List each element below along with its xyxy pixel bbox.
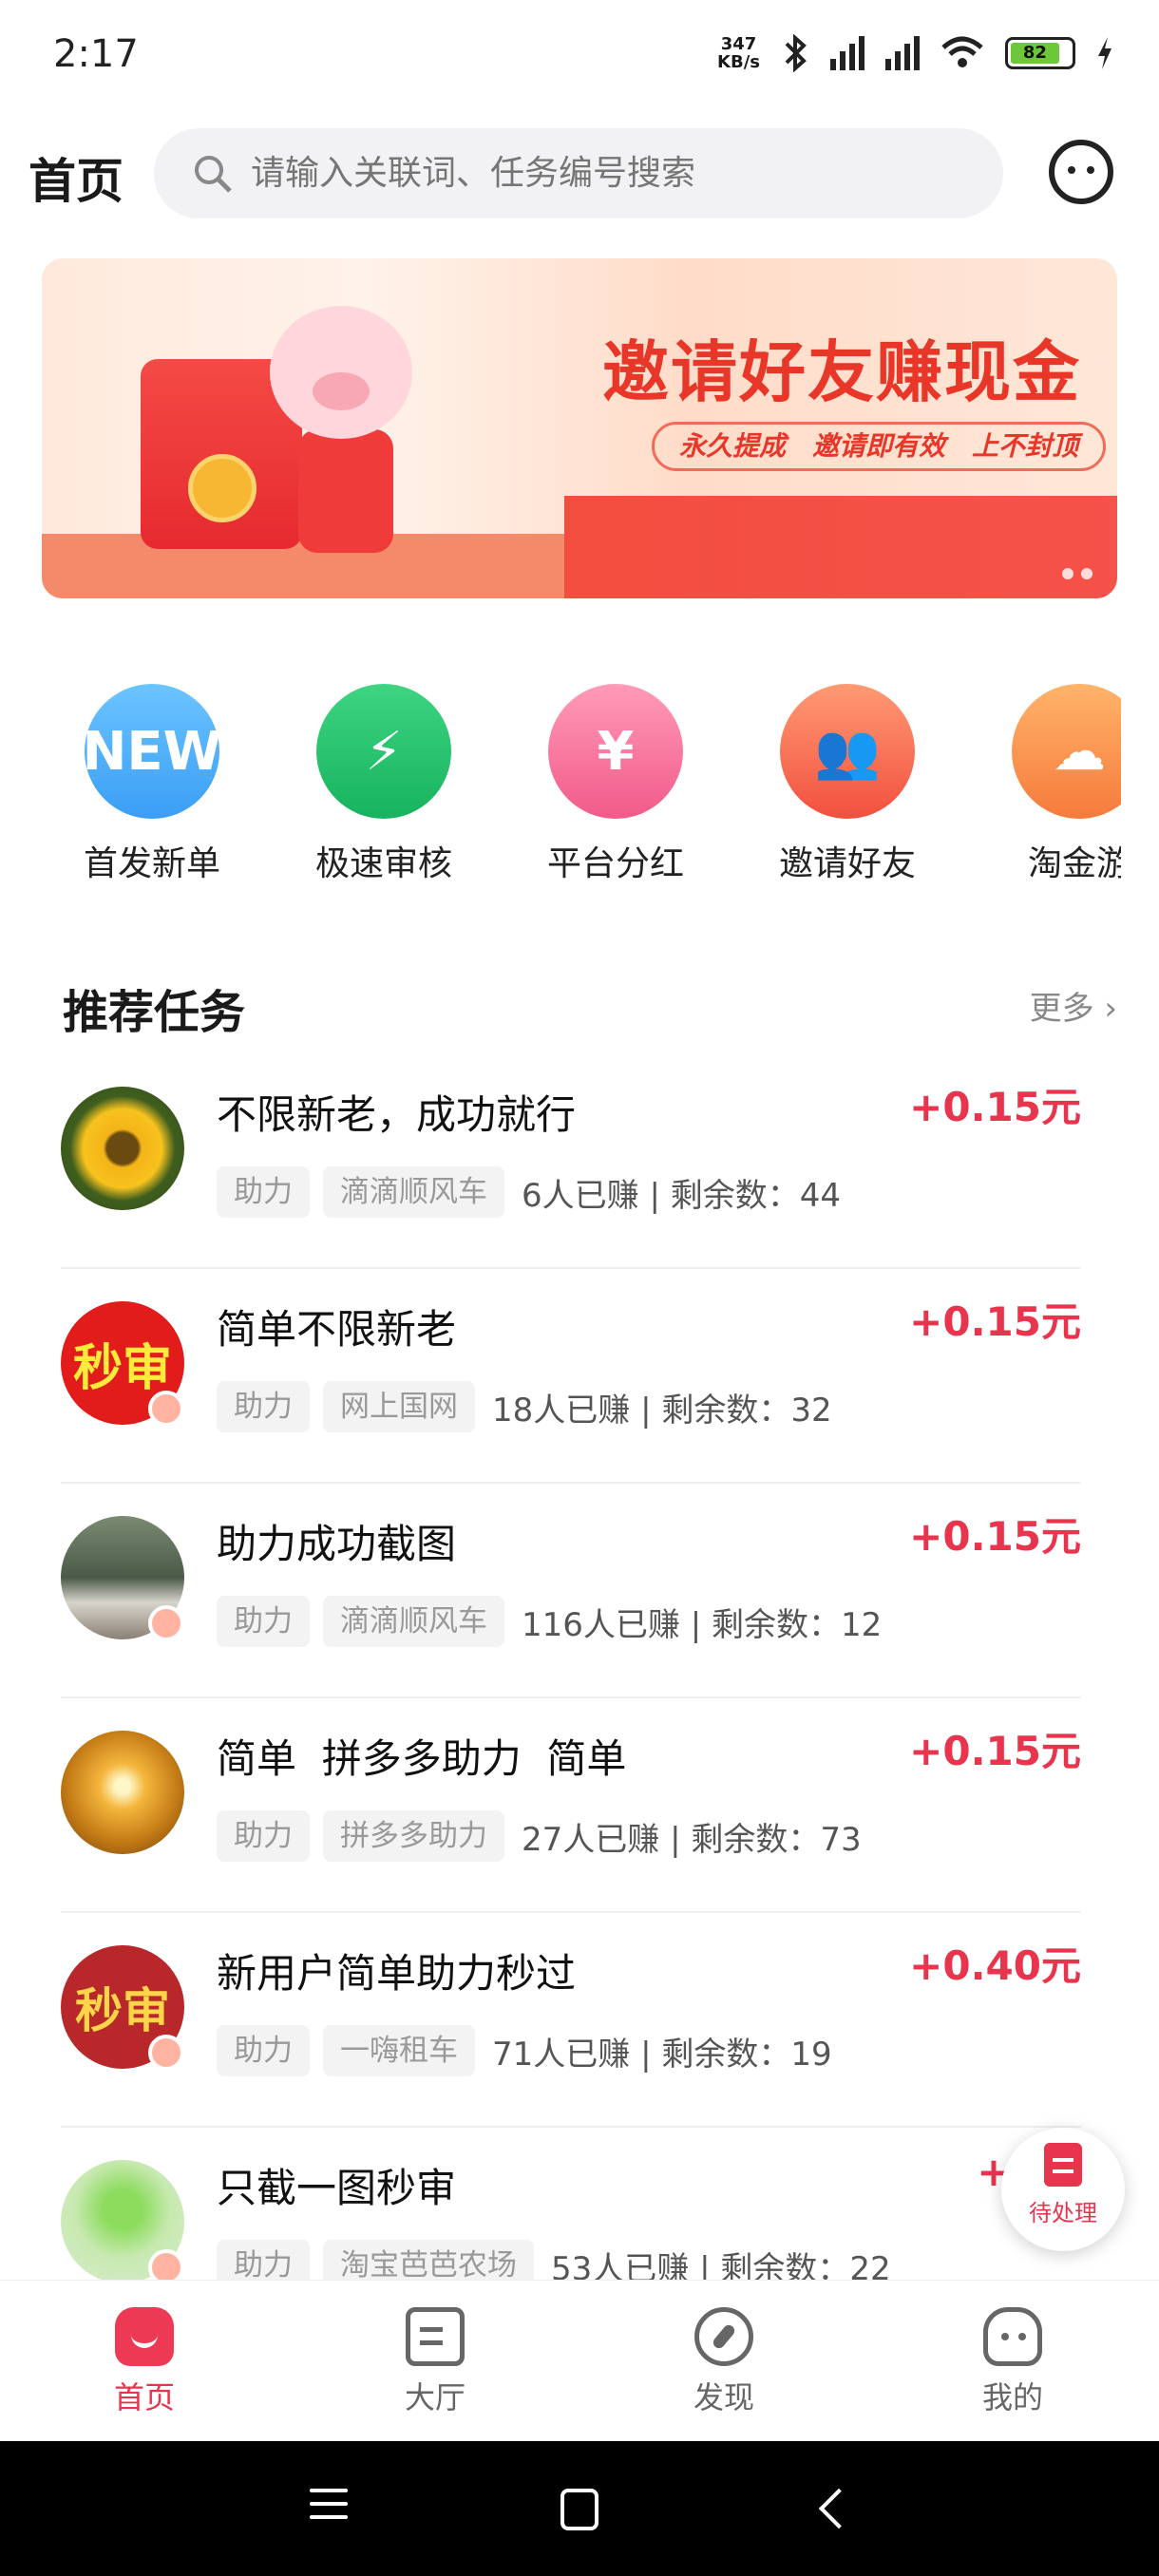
task-list: 不限新老，成功就行 +0.15元 助力 滴滴顺风车 6人已赚 | 剩余数：44 … [61,1054,1081,2342]
task-type-tag: 助力 [217,1166,310,1218]
task-avatar [61,1087,184,1210]
task-reward: +0.15元 [909,1513,1081,1560]
task-title: 只截一图秒审 [217,2165,457,2211]
status-time: 2:17 [53,32,139,76]
task-stats: 71人已赚 | 剩余数：19 [492,2035,832,2074]
task-title: 助力成功截图 [217,1521,457,1567]
task-title: 不限新老，成功就行 [217,1091,577,1138]
top-header: 首页 [0,128,1159,218]
task-item[interactable]: 简单 拼多多助力 简单 +0.15元 助力 拼多多助力 27人已赚 | 剩余数：… [61,1698,1081,1913]
network-speed: 347 KB/s [717,34,760,72]
bluetooth-icon [785,34,807,72]
tab-home[interactable]: 首页 [68,2307,220,2417]
clipboard-icon [1044,2143,1082,2187]
task-avatar [61,1731,184,1854]
hall-icon [406,2307,465,2366]
task-tags: 助力 滴滴顺风车 116人已赚 | 剩余数：12 [217,1596,882,1647]
vip-badge-icon [148,1605,184,1641]
task-app-tag: 一嗨租车 [323,2025,475,2076]
task-app-tag: 滴滴顺风车 [323,1166,504,1218]
task-reward: +0.15元 [909,1728,1081,1774]
task-stats: 116人已赚 | 剩余数：12 [522,1605,883,1644]
task-type-tag: 助力 [217,1596,310,1647]
compass-icon [694,2307,753,2366]
friends-icon: 👥 [780,684,915,819]
quick-entry-new-orders[interactable]: NEW 首发新单 [57,684,247,885]
recents-button[interactable] [310,2489,348,2530]
chevron-right-icon: › [1104,990,1117,1028]
quick-entry-fast-review[interactable]: ⚡ 极速审核 [289,684,479,885]
back-button[interactable] [817,2489,846,2530]
tab-discover[interactable]: 发现 [648,2307,800,2417]
pig-mascot [270,306,412,439]
cloud-icon: ☁ [1012,684,1121,819]
task-title: 简单 拼多多助力 简单 [217,1735,627,1782]
message-icon[interactable] [1049,140,1113,204]
task-title: 新用户简单助力秒过 [217,1950,577,1997]
quick-entry-row: NEW 首发新单 ⚡ 极速审核 ¥ 平台分红 👥 邀请好友 ☁ 淘金游 [0,684,1121,893]
task-item[interactable]: 秒审 新用户简单助力秒过 +0.40元 助力 一嗨租车 71人已赚 | 剩余数：… [61,1913,1081,2128]
task-stats: 27人已赚 | 剩余数：73 [522,1820,862,1859]
more-link[interactable]: 更多 › [1030,982,1117,1029]
quick-entry-dividend[interactable]: ¥ 平台分红 [521,684,711,885]
profile-icon [983,2307,1042,2366]
task-item[interactable]: 秒审 简单不限新老 +0.15元 助力 网上国网 18人已赚 | 剩余数：32 [61,1269,1081,1484]
quick-entry-gold-game[interactable]: ☁ 淘金游 [984,684,1121,885]
task-stats: 18人已赚 | 剩余数：32 [492,1391,832,1430]
task-stats: 6人已赚 | 剩余数：44 [522,1176,841,1215]
recommended-section-header: 推荐任务 更多 › [63,975,1117,1041]
task-type-tag: 助力 [217,1810,310,1862]
task-item[interactable]: 助力成功截图 +0.15元 助力 滴滴顺风车 116人已赚 | 剩余数：12 [61,1484,1081,1698]
wifi-icon [941,36,983,67]
search-bar[interactable] [154,128,1003,218]
promo-banner[interactable]: 邀请好友赚现金 永久提成 邀请即有效 上不封顶 [42,258,1117,598]
task-tags: 助力 一嗨租车 71人已赚 | 剩余数：19 [217,2025,832,2076]
tab-mine[interactable]: 我的 [937,2307,1089,2417]
search-icon [195,155,232,193]
tab-hall[interactable]: 大厅 [359,2307,511,2417]
carousel-indicator [1062,568,1092,579]
task-reward: +0.40元 [909,1942,1081,1989]
task-app-tag: 网上国网 [323,1381,475,1432]
task-tags: 助力 滴滴顺风车 6人已赚 | 剩余数：44 [217,1166,841,1218]
bottom-tab-bar: 首页 大厅 发现 我的 [0,2280,1159,2441]
pig-mascot-body [298,429,393,553]
pending-button[interactable]: 待处理 [1001,2128,1125,2251]
task-tags: 助力 网上国网 18人已赚 | 剩余数：32 [217,1381,832,1432]
section-title: 推荐任务 [63,986,246,1039]
vip-badge-icon [148,2035,184,2071]
task-type-tag: 助力 [217,1381,310,1432]
status-icons: 347 KB/s 82 [717,34,1113,72]
status-bar: 2:17 347 KB/s 82 [0,0,1159,114]
task-reward: +0.15元 [909,1084,1081,1130]
pending-label: 待处理 [1029,2200,1097,2226]
home-button[interactable] [560,2489,598,2530]
signal-1-icon [830,36,864,70]
task-app-tag: 滴滴顺风车 [323,1596,504,1647]
quick-entry-invite[interactable]: 👥 邀请好友 [752,684,942,885]
task-title: 简单不限新老 [217,1306,457,1353]
task-item[interactable]: 不限新老，成功就行 +0.15元 助力 滴滴顺风车 6人已赚 | 剩余数：44 [61,1054,1081,1269]
vip-badge-icon [148,1391,184,1427]
yuan-hand-icon: ¥ [548,684,683,819]
battery-level: 82 [1011,43,1059,64]
new-icon: NEW [83,684,221,819]
signal-2-icon [885,36,920,70]
stamp-icon: ⚡ [316,684,451,819]
system-nav-bar [0,2441,1159,2576]
page-title: 首页 [28,154,124,209]
banner-decoration-strip [564,496,1117,598]
task-app-tag: 拼多多助力 [323,1810,504,1862]
home-icon [115,2307,174,2366]
task-reward: +0.15元 [909,1298,1081,1345]
banner-headline: 邀请好友赚现金 [602,333,1081,411]
banner-subtitle: 永久提成 邀请即有效 上不封顶 [652,422,1107,471]
search-input[interactable] [251,154,973,193]
task-tags: 助力 拼多多助力 27人已赚 | 剩余数：73 [217,1810,862,1862]
task-type-tag: 助力 [217,2025,310,2076]
charging-icon [1098,37,1112,69]
battery-icon: 82 [1005,37,1075,69]
